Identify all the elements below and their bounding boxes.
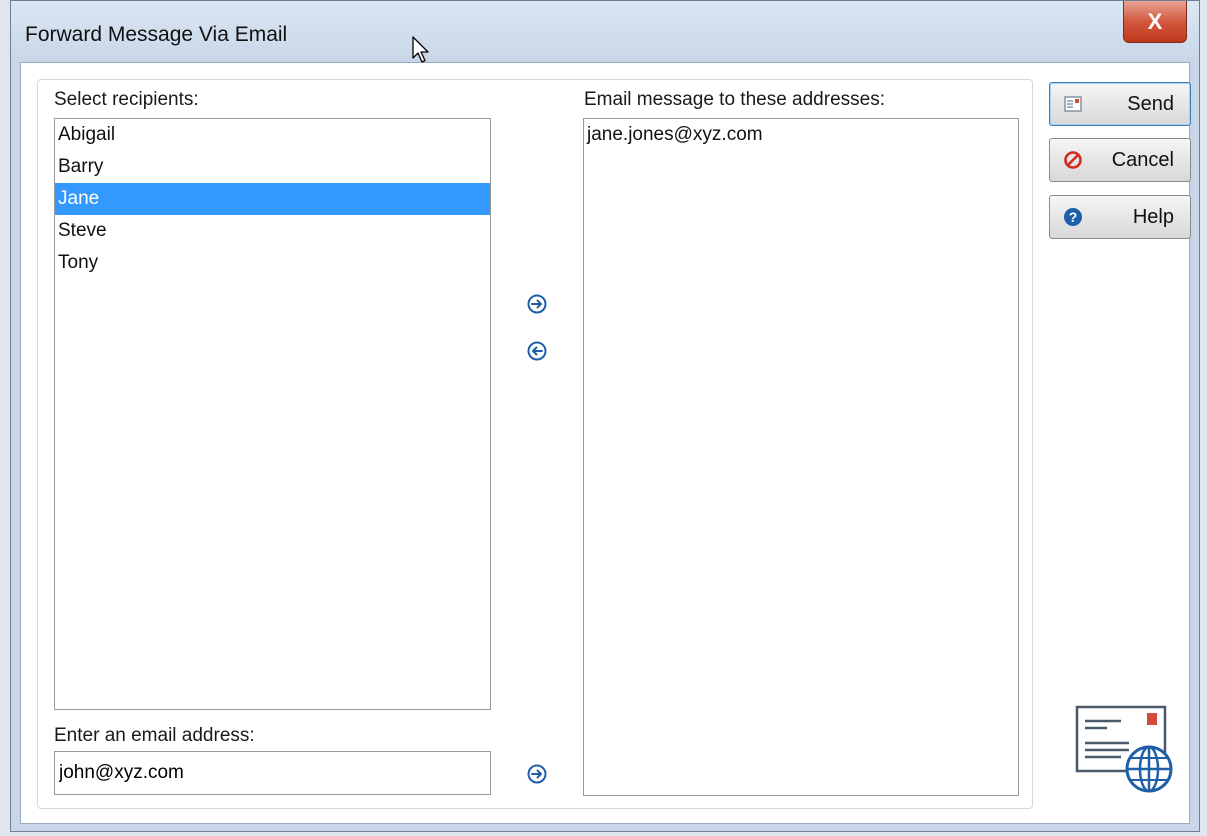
- help-label: Help: [1132, 205, 1174, 228]
- no-entry-icon: [1062, 149, 1084, 171]
- cancel-button[interactable]: Cancel: [1049, 138, 1191, 182]
- dialog-title: Forward Message Via Email: [25, 23, 288, 46]
- dialog-client-area: Select recipients: Abigail Barry Jane St…: [20, 62, 1191, 824]
- email-globe-icon: [1071, 703, 1181, 808]
- arrow-right-circle-icon: [527, 764, 547, 784]
- svg-text:?: ?: [1069, 209, 1078, 225]
- addresses-label: Email message to these addresses:: [584, 89, 885, 110]
- dialog-window: Forward Message Via Email X Select recip…: [10, 0, 1200, 832]
- addresses-list[interactable]: jane.jones@xyz.com: [583, 118, 1019, 796]
- recipients-list[interactable]: Abigail Barry Jane Steve Tony: [54, 118, 491, 710]
- cancel-label: Cancel: [1111, 148, 1174, 171]
- question-circle-icon: ?: [1062, 206, 1084, 228]
- add-recipient-button[interactable]: [526, 293, 548, 315]
- close-button[interactable]: X: [1123, 1, 1187, 43]
- send-button[interactable]: Send: [1049, 82, 1191, 126]
- list-item[interactable]: Abigail: [55, 119, 490, 151]
- list-item[interactable]: Jane: [55, 183, 490, 215]
- arrow-left-circle-icon: [527, 341, 547, 361]
- list-item[interactable]: Barry: [55, 151, 490, 183]
- send-label: Send: [1127, 92, 1174, 115]
- send-icon: [1062, 93, 1084, 115]
- select-recipients-label: Select recipients:: [54, 89, 199, 110]
- enter-email-label: Enter an email address:: [54, 725, 255, 746]
- list-item[interactable]: Steve: [55, 215, 490, 247]
- close-icon: X: [1147, 8, 1163, 34]
- list-item[interactable]: Tony: [55, 247, 490, 279]
- email-address-input[interactable]: [54, 751, 491, 795]
- add-email-button[interactable]: [526, 763, 548, 785]
- list-item[interactable]: jane.jones@xyz.com: [584, 119, 1018, 151]
- title-bar[interactable]: Forward Message Via Email X: [11, 1, 1199, 63]
- help-button[interactable]: ? Help: [1049, 195, 1191, 239]
- arrow-right-circle-icon: [527, 294, 547, 314]
- mouse-cursor-icon: [412, 36, 429, 63]
- remove-recipient-button[interactable]: [526, 340, 548, 362]
